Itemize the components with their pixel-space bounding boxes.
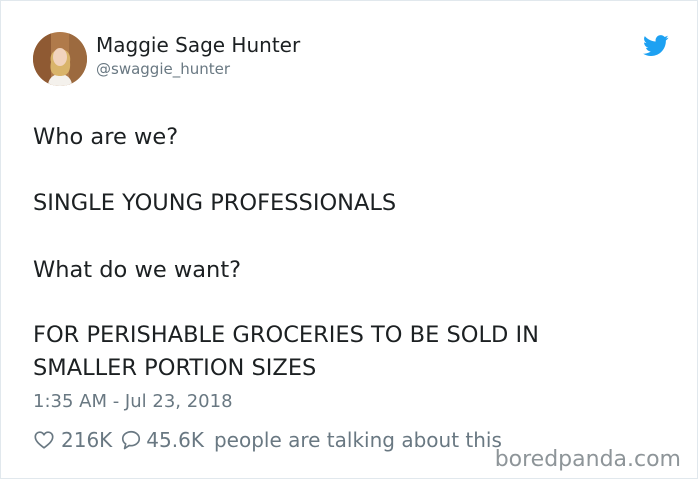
tweet-timestamp[interactable]: 1:35 AM - Jul 23, 2018: [33, 391, 233, 413]
tweet-text-line: FOR PERISHABLE GROCERIES TO BE SOLD IN: [33, 322, 539, 348]
heart-icon: [34, 431, 54, 449]
tweet-text-line: Who are we?: [33, 124, 179, 150]
like-count: 216K: [61, 428, 113, 452]
reply-button[interactable]: 45.6K: [120, 428, 204, 452]
speech-bubble-icon: [122, 430, 141, 450]
author-name[interactable]: Maggie Sage Hunter: [96, 33, 300, 57]
like-button[interactable]: 216K: [33, 428, 120, 452]
avatar[interactable]: [33, 32, 87, 86]
tweet-card: Maggie Sage Hunter @swaggie_hunter Who a…: [0, 0, 698, 479]
talking-about-link[interactable]: people are talking about this: [214, 428, 502, 452]
tweet-text-line: SINGLE YOUNG PROFESSIONALS: [33, 190, 397, 216]
watermark: boredpanda.com: [494, 447, 681, 472]
tweet-text-line: SMALLER PORTION SIZES: [33, 355, 317, 381]
avatar-photo: [33, 32, 87, 86]
twitter-bird-icon[interactable]: [643, 35, 669, 57]
tweet-actions: 216K 45.6K people are talking about this: [33, 427, 502, 453]
author-handle[interactable]: @swaggie_hunter: [96, 60, 230, 78]
tweet-text-line: What do we want?: [33, 257, 242, 283]
reply-count: 45.6K: [146, 428, 204, 452]
